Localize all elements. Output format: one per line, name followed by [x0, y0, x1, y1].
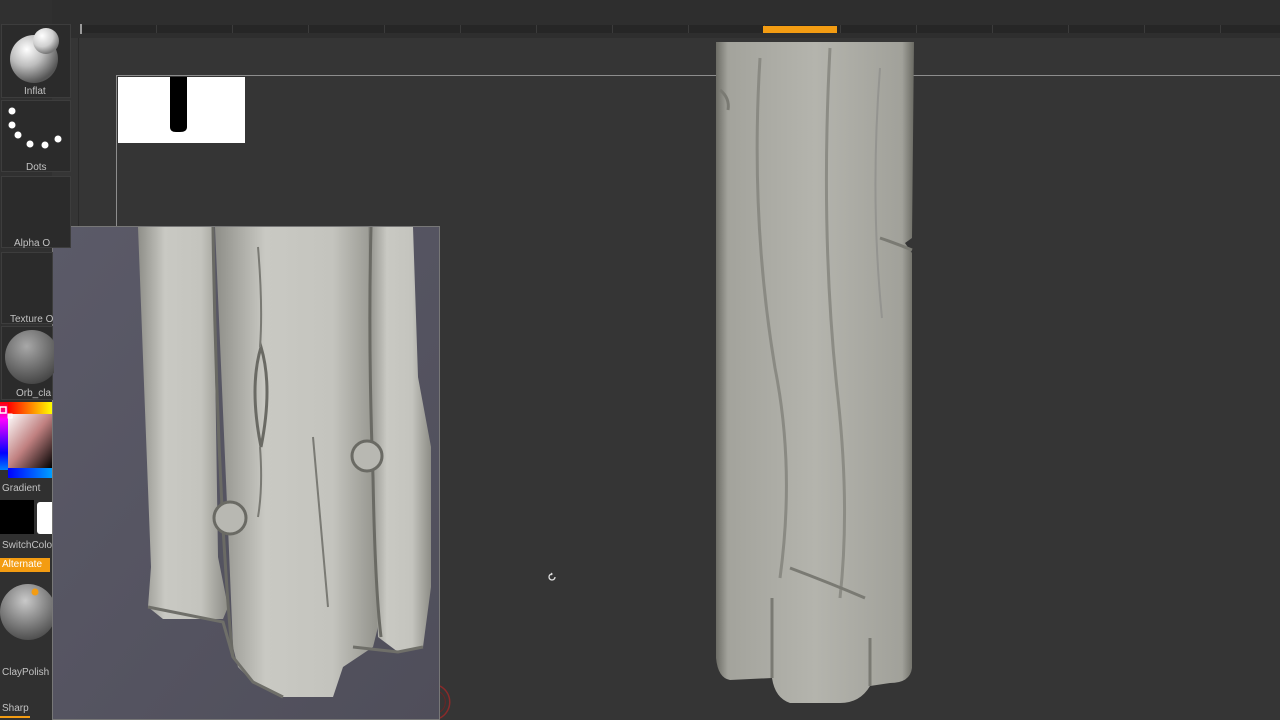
timeline-tick [992, 25, 993, 33]
color-picker-gradient [0, 402, 52, 478]
secondary-color-swatch[interactable] [37, 502, 52, 534]
canvas-guide-horizontal [117, 75, 1280, 76]
claypolish-sphere-icon [0, 584, 56, 640]
dots-stroke-icon [8, 107, 62, 149]
brush-label: Inflat [24, 86, 46, 97]
brush-slot[interactable]: Inflat [1, 24, 71, 98]
alpha-label: Alpha O [14, 238, 51, 249]
inflate-brush-icon [10, 28, 59, 83]
stroke-label: Dots [26, 162, 47, 173]
timeline-tick [308, 25, 309, 33]
color-picker[interactable] [0, 402, 52, 480]
timeline-tick [688, 25, 689, 33]
canvas-guide-vertical [116, 75, 117, 227]
timeline-track[interactable] [80, 25, 1280, 33]
material-slot[interactable]: Orb_cla [1, 326, 59, 400]
reference-plank-image [53, 227, 439, 719]
material2-slot[interactable] [0, 576, 56, 648]
timeline-tick [232, 25, 233, 33]
plank-3d-model[interactable] [700, 38, 930, 718]
texture-label: Texture O [10, 314, 54, 325]
timeline-tick [1068, 25, 1069, 33]
timeline-tick [384, 25, 385, 33]
sharp-slider[interactable] [0, 716, 30, 718]
reference-image-panel[interactable] [52, 226, 440, 720]
timeline-tick [840, 25, 841, 33]
primary-color-swatch[interactable] [0, 500, 34, 534]
stroke-slot[interactable]: Dots [1, 100, 71, 173]
alpha-preview-thumbnail [118, 77, 245, 143]
gradient-label: Gradient [2, 483, 41, 494]
claypolish-label: ClayPolish [2, 667, 50, 678]
timeline-tick [536, 25, 537, 33]
texture-slot[interactable]: Texture O [1, 252, 54, 325]
material-label: Orb_cla [16, 388, 52, 399]
material-sphere-icon [5, 330, 59, 384]
sharp-label[interactable]: Sharp [2, 703, 29, 714]
timeline-tick [156, 25, 157, 33]
alternate-button[interactable]: Alternate [0, 558, 50, 572]
timeline-tick [916, 25, 917, 33]
red-cursor-ring [440, 685, 451, 719]
timeline-start-marker [80, 24, 82, 34]
switch-color-label[interactable]: SwitchColo [2, 540, 52, 551]
timeline-playhead[interactable] [763, 26, 837, 33]
timeline-tick [612, 25, 613, 33]
alpha-slot[interactable]: Alpha O [1, 176, 71, 249]
timeline-tick [1220, 25, 1221, 33]
rotate-icon [548, 572, 556, 581]
timeline-tick [1144, 25, 1145, 33]
timeline-tick [460, 25, 461, 33]
